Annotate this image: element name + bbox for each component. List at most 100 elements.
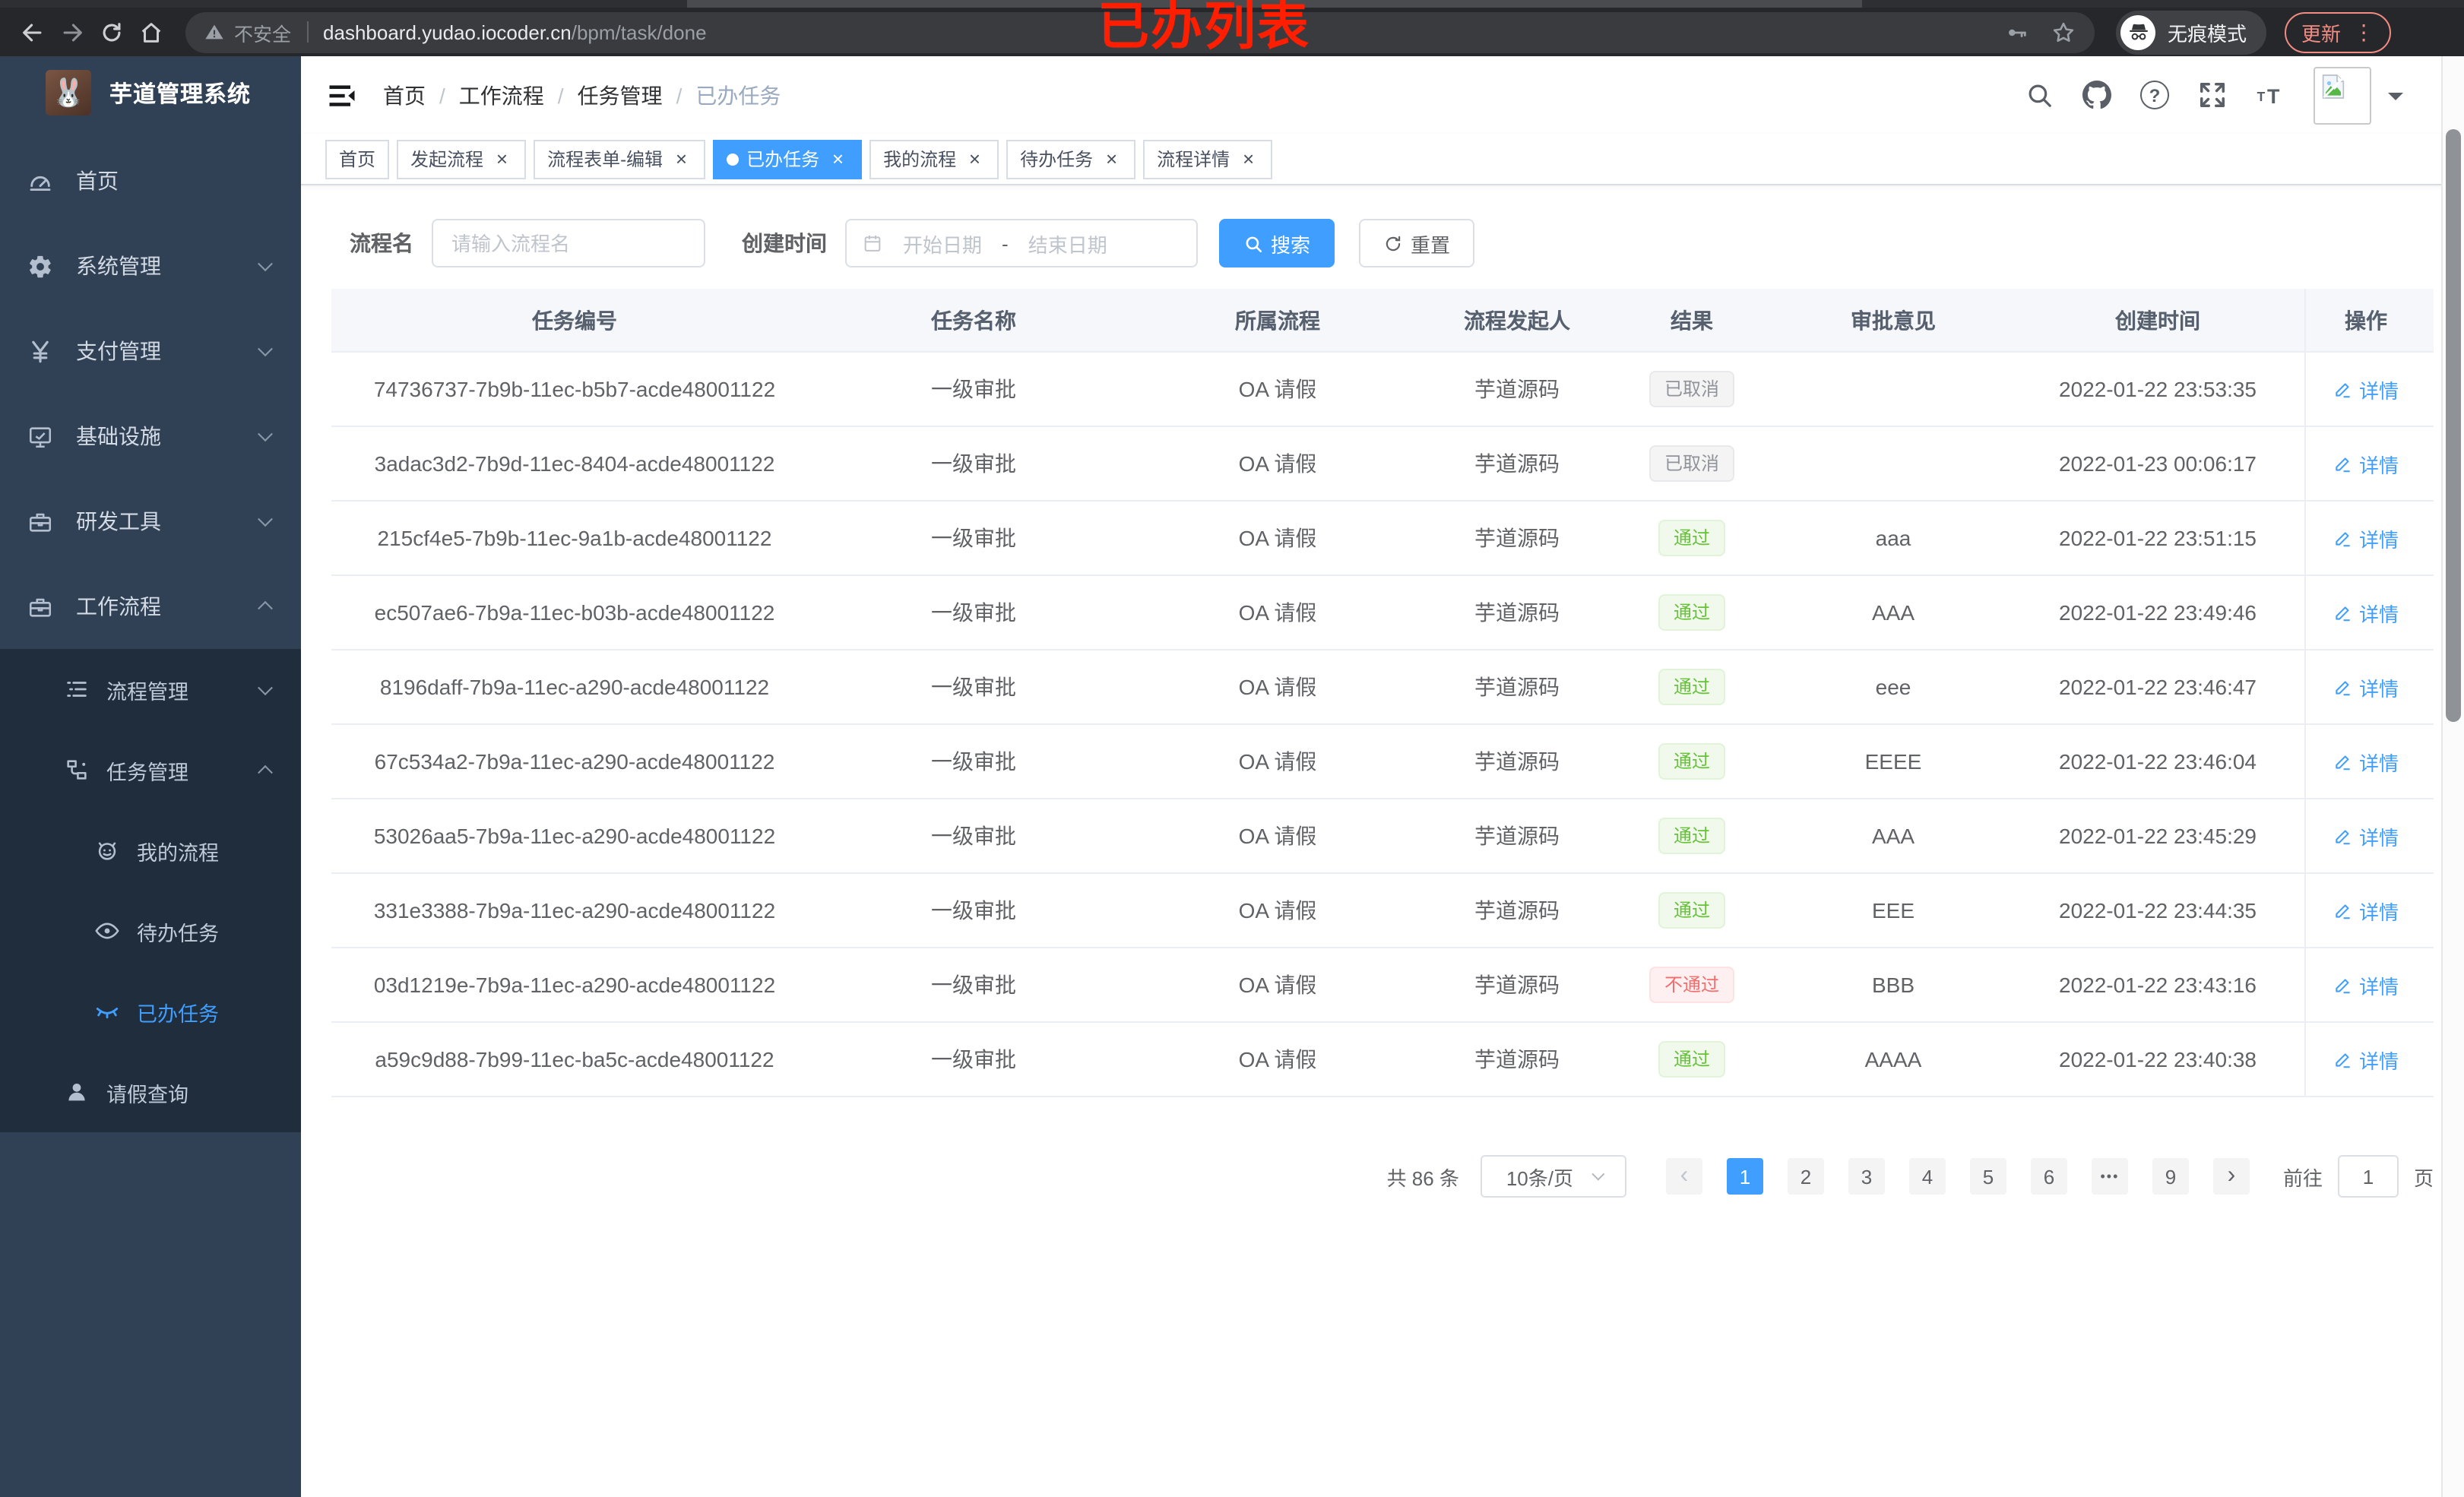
robot-icon <box>91 837 122 863</box>
view-tab[interactable]: 已办任务 × <box>713 139 863 179</box>
view-tab[interactable]: 发起流程 × <box>397 139 527 179</box>
detail-link[interactable]: 详情 <box>2333 747 2399 776</box>
close-icon[interactable]: × <box>827 148 848 169</box>
page-button[interactable]: 1 <box>1726 1158 1763 1195</box>
home-icon[interactable] <box>131 14 170 50</box>
navbar: 首页 / 工作流程 / 任务管理 / 已办任务 ? T T <box>301 56 2464 134</box>
page-scrollbar[interactable] <box>2441 56 2464 1497</box>
sidebar-item[interactable]: 研发工具 <box>0 479 301 564</box>
view-tab[interactable]: 首页 <box>325 139 390 179</box>
task-name-cell: 一级审批 <box>931 898 1016 923</box>
detail-link[interactable]: 详情 <box>2333 1045 2399 1074</box>
end-date-placeholder: 结束日期 <box>1028 233 1107 256</box>
sidebar-item[interactable]: 系统管理 <box>0 223 301 309</box>
warning-icon[interactable] <box>204 21 225 43</box>
result-badge: 已取消 <box>1648 445 1734 482</box>
reload-icon[interactable] <box>91 14 131 50</box>
github-icon[interactable] <box>2082 81 2111 109</box>
breadcrumb-item[interactable]: 已办任务 <box>695 80 781 110</box>
sidebar-item[interactable]: 工作流程 <box>0 564 301 649</box>
page-button[interactable]: 3 <box>1848 1158 1885 1195</box>
detail-link[interactable]: 详情 <box>2333 970 2399 999</box>
yen-icon <box>24 338 55 364</box>
page-button[interactable]: ••• <box>2091 1158 2128 1195</box>
close-icon[interactable]: × <box>670 148 692 169</box>
avatar[interactable] <box>2314 66 2371 124</box>
page-button[interactable]: 5 <box>1969 1158 2006 1195</box>
task-id-cell: 215cf4e5-7b9b-11ec-9a1b-acde48001122 <box>377 526 772 550</box>
sidebar-item[interactable]: 我的流程 <box>0 810 301 891</box>
fullscreen-icon[interactable] <box>2198 81 2227 109</box>
edit-icon <box>2333 975 2353 995</box>
list-icon <box>61 676 91 702</box>
search-button[interactable]: 搜索 <box>1219 219 1335 267</box>
chevron-icon <box>258 256 273 272</box>
back-icon[interactable] <box>12 14 52 50</box>
sidebar-item[interactable]: 首页 <box>0 138 301 223</box>
forward-icon[interactable] <box>52 14 91 50</box>
sidebar-item[interactable]: 已办任务 <box>0 971 301 1052</box>
view-tab[interactable]: 流程表单-编辑 × <box>534 139 706 179</box>
view-tab[interactable]: 待办任务 × <box>1006 139 1136 179</box>
result-badge: 通过 <box>1658 520 1725 556</box>
star-icon[interactable] <box>2051 19 2076 45</box>
next-page-button[interactable]: › <box>2212 1158 2250 1195</box>
page-button[interactable]: 6 <box>2030 1158 2067 1195</box>
page-size-select[interactable]: 10条/页 <box>1480 1155 1626 1198</box>
update-button[interactable]: 更新 ⋮ <box>2285 11 2392 52</box>
close-icon[interactable]: × <box>491 148 512 169</box>
date-range-input[interactable]: 开始日期 - 结束日期 <box>845 219 1198 267</box>
chevron-icon <box>258 679 273 695</box>
starter-cell: 芋道源码 <box>1474 973 1560 997</box>
breadcrumb-item[interactable]: 首页 <box>383 80 426 110</box>
view-tab[interactable]: 流程详情 × <box>1143 139 1273 179</box>
sidebar-item[interactable]: 流程管理 <box>0 649 301 730</box>
page-button[interactable]: 2 <box>1787 1158 1824 1195</box>
hamburger-icon[interactable] <box>325 78 359 112</box>
caret-down-icon[interactable] <box>2388 92 2403 107</box>
view-tab[interactable]: 我的流程 × <box>869 139 999 179</box>
sidebar-item[interactable]: 任务管理 <box>0 730 301 810</box>
menu-dots-icon[interactable]: ⋮ <box>2353 21 2374 43</box>
process-cell: OA 请假 <box>1238 451 1317 476</box>
sidebar-item[interactable]: 待办任务 <box>0 891 301 971</box>
detail-link[interactable]: 详情 <box>2333 896 2399 925</box>
close-icon[interactable]: × <box>964 148 985 169</box>
help-icon[interactable]: ? <box>2140 81 2169 109</box>
close-icon[interactable]: × <box>1101 148 1122 169</box>
edit-icon <box>2333 900 2353 920</box>
process-cell: OA 请假 <box>1238 675 1317 699</box>
detail-link[interactable]: 详情 <box>2333 524 2399 552</box>
screenshot-stage: 不安全 dashboard.yudao.iocoder.cn /bpm/task… <box>0 0 2464 1497</box>
flow-icon <box>61 757 91 783</box>
sidebar-item[interactable]: 基础设施 <box>0 394 301 479</box>
breadcrumb-separator: / <box>676 83 683 107</box>
table-row: a59c9d88-7b99-11ec-ba5c-acde48001122 一级审… <box>331 1023 2434 1097</box>
detail-link[interactable]: 详情 <box>2333 673 2399 701</box>
detail-link[interactable]: 详情 <box>2333 375 2399 404</box>
logo-row[interactable]: 🐰 芋道管理系统 <box>0 56 301 129</box>
scrollbar-thumb[interactable] <box>2446 129 2461 722</box>
key-icon[interactable] <box>2003 19 2029 45</box>
goto-page-input[interactable] <box>2337 1155 2399 1198</box>
search-icon[interactable] <box>2025 81 2054 109</box>
page-button[interactable]: 4 <box>1908 1158 1946 1195</box>
prev-page-button[interactable]: ‹ <box>1665 1158 1702 1195</box>
breadcrumb-item[interactable]: 任务管理 <box>578 80 663 110</box>
detail-link[interactable]: 详情 <box>2333 821 2399 850</box>
breadcrumb: 首页 / 工作流程 / 任务管理 / 已办任务 <box>383 80 781 110</box>
breadcrumb-item[interactable]: 工作流程 <box>459 80 544 110</box>
created-cell: 2022-01-22 23:46:47 <box>2059 675 2257 699</box>
close-icon[interactable]: × <box>1237 148 1259 169</box>
rabbit-logo: 🐰 <box>46 70 91 116</box>
task-id-cell: 331e3388-7b9a-11ec-a290-acde48001122 <box>373 898 776 923</box>
process-name-input[interactable] <box>432 219 705 267</box>
detail-link[interactable]: 详情 <box>2333 449 2399 478</box>
reset-button[interactable]: 重置 <box>1359 219 1475 267</box>
detail-link[interactable]: 详情 <box>2333 598 2399 627</box>
page-button[interactable]: 9 <box>2152 1158 2189 1195</box>
pagination: 共 86 条 10条/页 ‹ 1 2 3 4 5 6 ••• 9 › 前往 1 … <box>331 1155 2434 1198</box>
font-size-icon[interactable]: TT <box>2256 81 2285 109</box>
sidebar-item[interactable]: 支付管理 <box>0 309 301 394</box>
sidebar-item[interactable]: 请假查询 <box>0 1052 301 1132</box>
